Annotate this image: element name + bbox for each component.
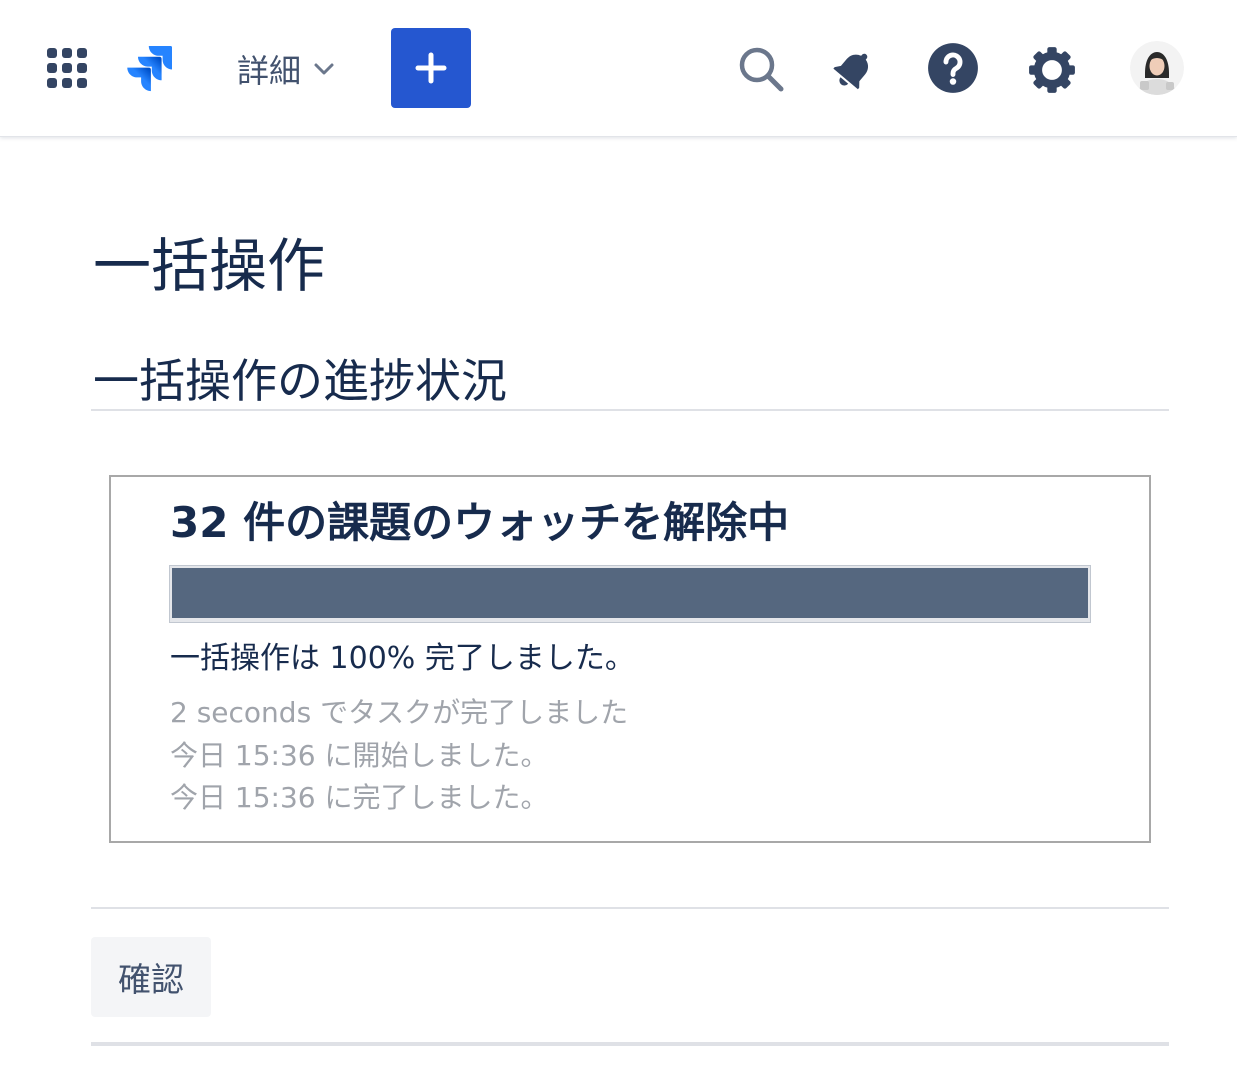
- more-menu-label: 詳細: [237, 52, 302, 90]
- actions-divider: [91, 907, 1169, 909]
- help-button[interactable]: [925, 40, 981, 96]
- question-circle-icon: [928, 43, 978, 93]
- footer-divider: [91, 1042, 1169, 1046]
- duration-text: 2 seconds でタスクが完了しました: [170, 696, 629, 729]
- settings-button[interactable]: [1024, 42, 1080, 98]
- progress-panel: 32 件の課題のウォッチを解除中 一括操作は 100% 完了しました。 2 se…: [109, 475, 1151, 843]
- app-grid-icon: [47, 48, 87, 88]
- profile-avatar[interactable]: [1130, 41, 1184, 95]
- section-title: 一括操作の進捗状況: [93, 354, 507, 408]
- top-navigation-bar: 詳細: [0, 0, 1237, 137]
- avatar: [1130, 41, 1184, 95]
- gear-icon: [1029, 47, 1075, 93]
- bell-icon: [833, 53, 869, 90]
- search-button[interactable]: [733, 41, 789, 97]
- notifications-button[interactable]: [826, 41, 882, 97]
- progress-details: 2 seconds でタスクが完了しました 今日 15:36 に開始しました。 …: [170, 692, 628, 820]
- progress-status-text: 一括操作は 100% 完了しました。: [170, 641, 635, 676]
- more-menu-dropdown[interactable]: 詳細: [228, 44, 335, 94]
- started-time-text: 今日 15:36 に開始しました。: [170, 738, 549, 772]
- app-switcher-button[interactable]: [40, 41, 94, 95]
- search-icon: [739, 47, 784, 92]
- progress-bar: [169, 565, 1091, 623]
- progress-bar-fill: [172, 568, 1088, 618]
- home-logo-link[interactable]: [122, 43, 174, 95]
- jira-software-logo-icon: [127, 46, 172, 92]
- confirm-button[interactable]: 確認: [91, 937, 211, 1017]
- progress-heading: 32 件の課題のウォッチを解除中: [170, 498, 790, 547]
- section-header: 一括操作の進捗状況: [91, 353, 1169, 411]
- page-title: 一括操作: [93, 232, 326, 300]
- plus-icon: [415, 52, 447, 84]
- create-button[interactable]: [391, 28, 471, 108]
- finished-time-text: 今日 15:36 に完了しました。: [170, 781, 549, 814]
- chevron-down-icon: [313, 62, 335, 76]
